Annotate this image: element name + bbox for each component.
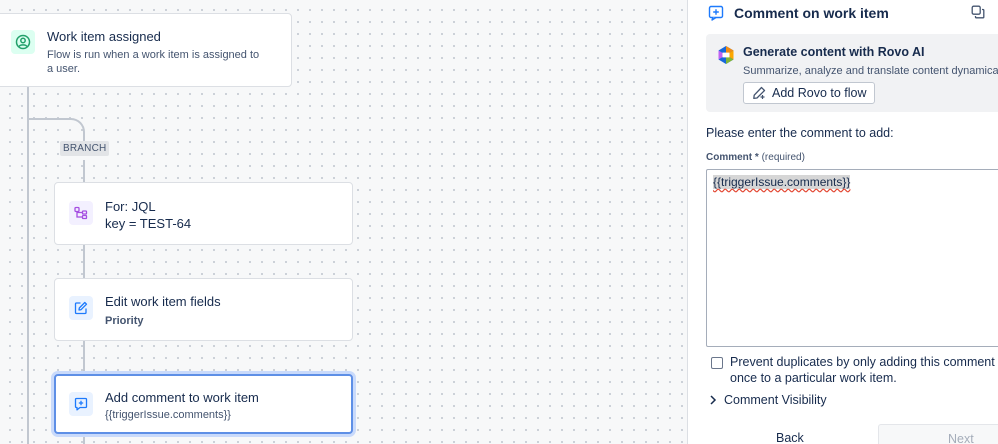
next-button[interactable]: Next <box>878 424 998 444</box>
back-button[interactable]: Back <box>776 431 804 444</box>
add-rovo-label: Add Rovo to flow <box>772 86 867 100</box>
comment-field-label: Comment * (required) <box>706 152 805 163</box>
pencil-sparkle-icon <box>752 86 766 100</box>
add-comment-card[interactable]: Add comment to work item {{triggerIssue.… <box>54 374 353 434</box>
trigger-card[interactable]: Work item assigned Flow is run when a wo… <box>0 13 292 87</box>
prevent-duplicates-label[interactable]: Prevent duplicates by only adding this c… <box>730 354 998 386</box>
trigger-title: Work item assigned <box>47 29 161 44</box>
comment-add-icon <box>708 5 724 21</box>
comment-visibility-toggle[interactable]: Comment Visibility <box>708 393 827 407</box>
add-rovo-button[interactable]: Add Rovo to flow <box>743 82 875 104</box>
for-jql-query: key = TEST-64 <box>105 216 192 231</box>
config-panel: Comment on work item Generate content wi… <box>687 0 998 444</box>
comment-prompt: Please enter the comment to add: <box>706 126 894 140</box>
comment-add-icon <box>69 392 93 416</box>
edit-fields-title: Edit work item fields <box>105 294 221 309</box>
rovo-subtitle: Summarize, analyze and translate content… <box>743 65 998 77</box>
prevent-duplicates-checkbox[interactable] <box>711 357 723 369</box>
edit-fields-subtitle: Priority <box>105 315 144 327</box>
rovo-title: Generate content with Rovo AI <box>743 45 925 59</box>
for-jql-card[interactable]: For: JQL key = TEST-64 <box>54 182 353 245</box>
panel-header: Comment on work item <box>708 4 889 22</box>
copy-icon[interactable] <box>971 5 987 21</box>
flow-canvas[interactable]: Work item assigned Flow is run when a wo… <box>0 0 687 444</box>
add-comment-subtitle: {{triggerIssue.comments}} <box>105 409 231 421</box>
for-jql-title: For: JQL <box>105 199 156 214</box>
branch-badge: BRANCH <box>60 141 110 156</box>
edit-fields-card[interactable]: Edit work item fields Priority <box>54 278 353 341</box>
chevron-right-icon <box>708 394 718 406</box>
rovo-promo: Generate content with Rovo AI Summarize,… <box>706 34 998 112</box>
comment-label-text: Comment <box>706 152 753 163</box>
trigger-subtitle: Flow is run when a work item is assigned… <box>47 49 260 75</box>
comment-visibility-label: Comment Visibility <box>724 393 827 407</box>
comment-textarea[interactable]: {{triggerIssue.comments}} <box>706 169 998 347</box>
comment-value: {{triggerIssue.comments}} <box>713 175 851 189</box>
rovo-logo-icon <box>716 45 736 65</box>
user-circle-icon <box>11 30 35 54</box>
edit-icon <box>69 296 93 320</box>
required-marker: * <box>754 152 759 163</box>
branch-icon <box>69 201 93 225</box>
panel-title: Comment on work item <box>734 5 889 21</box>
required-text: (required) <box>761 152 805 163</box>
add-comment-title: Add comment to work item <box>105 390 259 405</box>
